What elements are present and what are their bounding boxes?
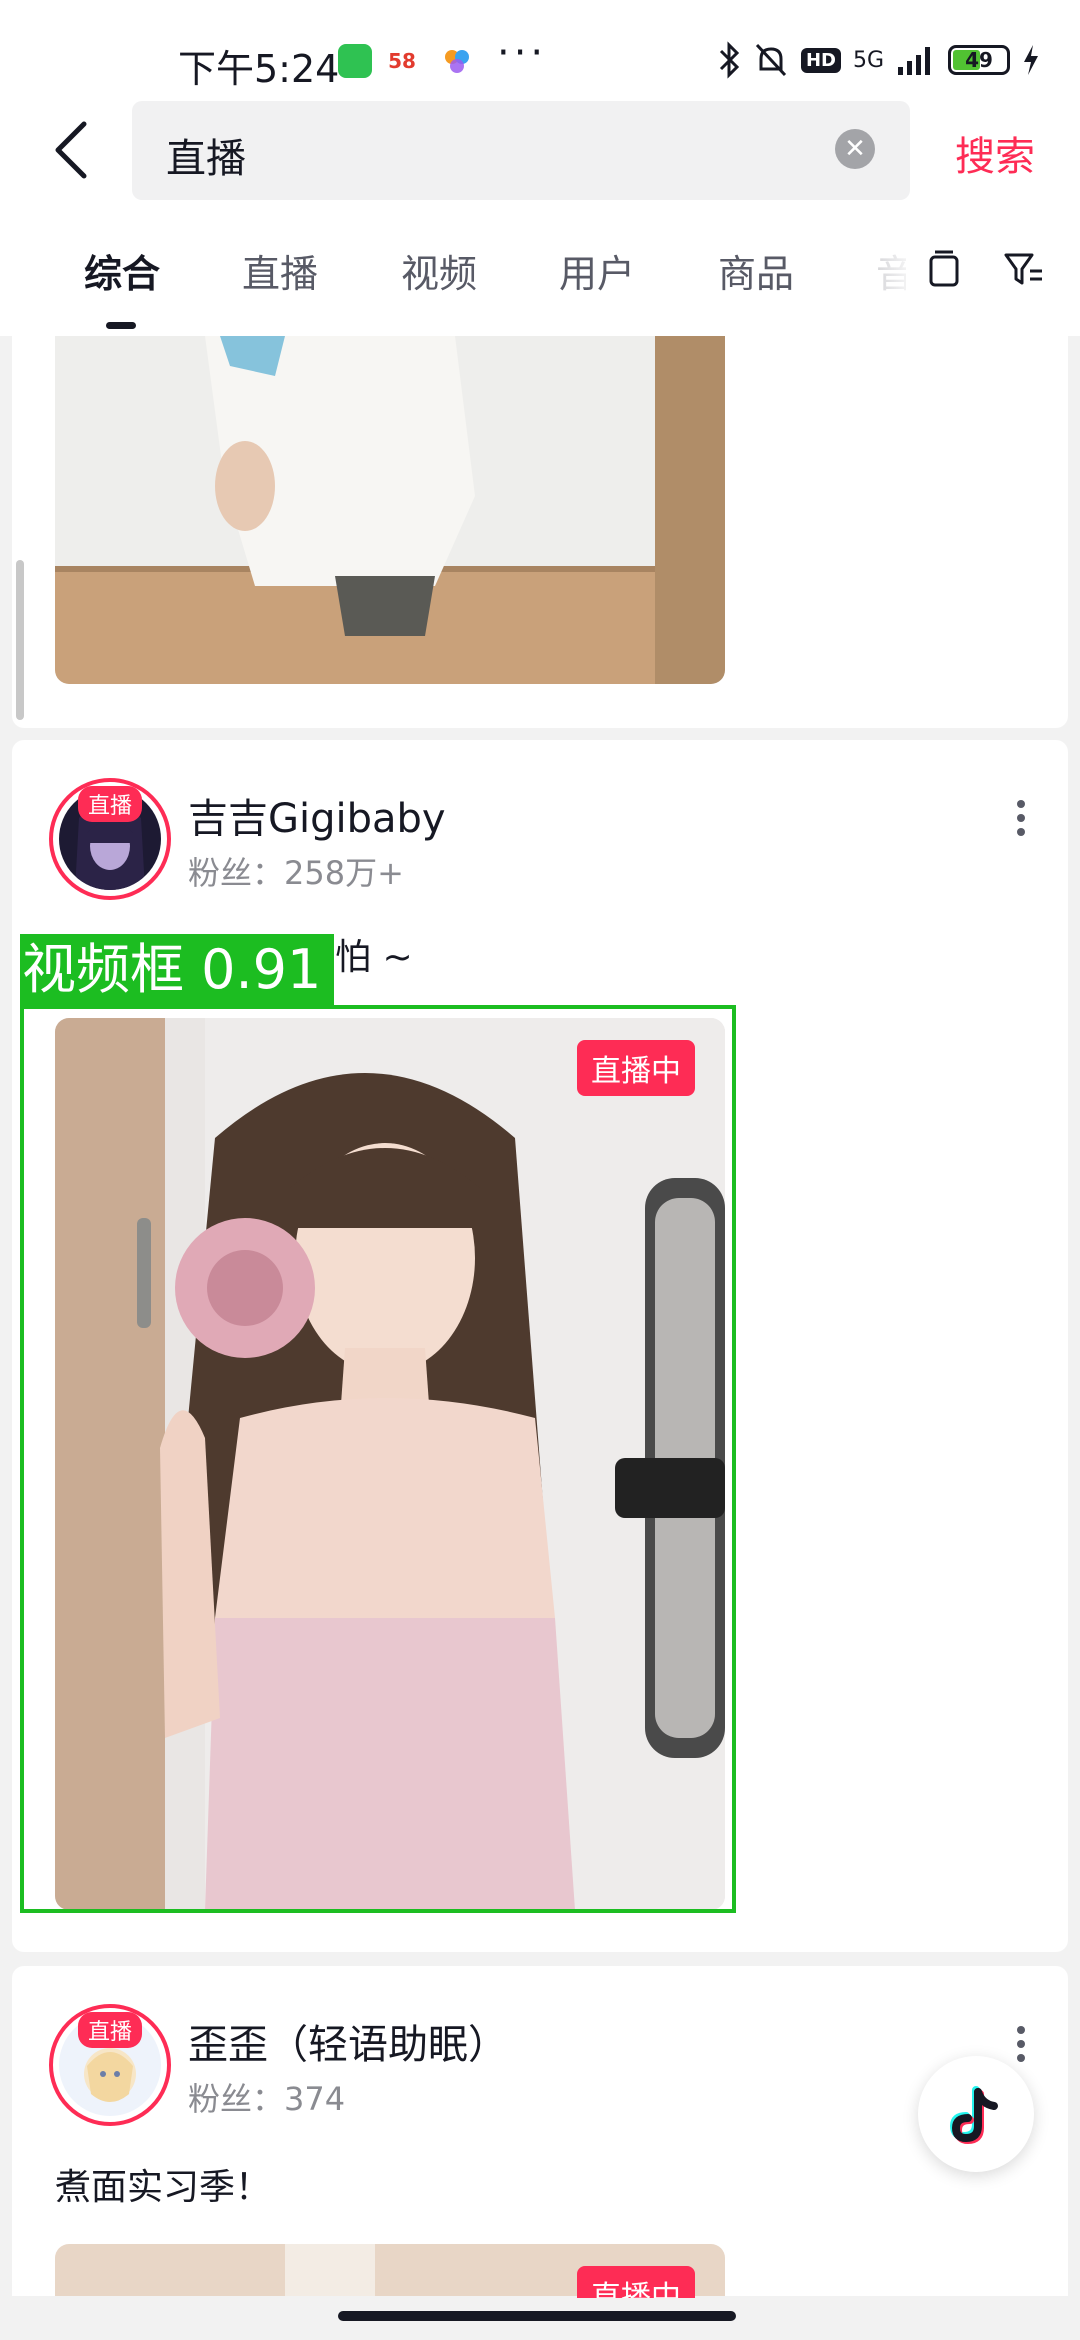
- status-time: 下午5:24: [178, 47, 340, 91]
- clear-search-button[interactable]: ✕: [835, 129, 875, 169]
- live-status-tag: 直播中: [577, 2266, 695, 2298]
- home-indicator[interactable]: [338, 2311, 736, 2321]
- tab-fade: [860, 230, 920, 310]
- more-icon: [1006, 800, 1036, 836]
- window-icon: [929, 250, 959, 287]
- tiktok-icon: [949, 2086, 998, 2145]
- back-button[interactable]: [52, 120, 102, 180]
- avatar[interactable]: 直播: [49, 778, 171, 900]
- live-badge: 直播: [77, 2012, 143, 2048]
- scrollbar[interactable]: [16, 560, 24, 720]
- tab-live[interactable]: 直播: [242, 243, 318, 298]
- hd-badge: HD: [800, 47, 841, 73]
- follower-count: 粉丝：374: [188, 2080, 346, 2118]
- status-right-group: HD 5G 49: [717, 40, 1040, 80]
- detection-box: [20, 1005, 736, 1913]
- filter-icon: [1004, 253, 1042, 285]
- search-query-text[interactable]: 直播: [166, 126, 246, 184]
- previous-video-thumbnail[interactable]: [55, 336, 725, 684]
- search-button[interactable]: 搜索: [955, 124, 1035, 182]
- more-notifications-icon: ···: [497, 30, 548, 76]
- wechat-app-icon: [338, 44, 372, 78]
- live-badge: 直播: [77, 786, 143, 822]
- window-toggle-button[interactable]: [923, 247, 967, 291]
- tab-user[interactable]: 用户: [559, 243, 635, 298]
- tab-comprehensive[interactable]: 综合: [84, 243, 160, 298]
- douyin-float-button[interactable]: [918, 2056, 1034, 2172]
- active-tab-indicator: [106, 322, 136, 329]
- charging-icon: [1024, 45, 1038, 75]
- post-caption: 煮面实习季！: [55, 2167, 272, 2208]
- tab-video[interactable]: 视频: [401, 243, 477, 298]
- user-name[interactable]: 吉吉Gigibaby: [188, 786, 446, 844]
- user-name[interactable]: 歪歪（轻语助眠）: [188, 2012, 508, 2070]
- app-58-icon: 58: [385, 44, 419, 78]
- signal-icon: [898, 47, 930, 75]
- follower-count: 粉丝：258万+: [188, 854, 404, 892]
- detection-label: 视频框 0.91: [20, 934, 334, 1006]
- clear-icon: ✕: [844, 134, 866, 164]
- mute-bell-icon: [755, 43, 787, 77]
- bluetooth-icon: [719, 41, 740, 79]
- back-icon: [55, 121, 87, 179]
- colorful-app-icon: [440, 44, 474, 78]
- filter-button[interactable]: [1002, 247, 1046, 291]
- post-caption: 怕 ~: [335, 937, 413, 978]
- network-label: 5G: [852, 47, 884, 73]
- more-options-button[interactable]: [1006, 794, 1036, 848]
- search-input[interactable]: [132, 101, 910, 200]
- tab-product[interactable]: 商品: [718, 243, 794, 298]
- battery-indicator: 49: [948, 45, 1010, 75]
- avatar[interactable]: 直播: [49, 2004, 171, 2126]
